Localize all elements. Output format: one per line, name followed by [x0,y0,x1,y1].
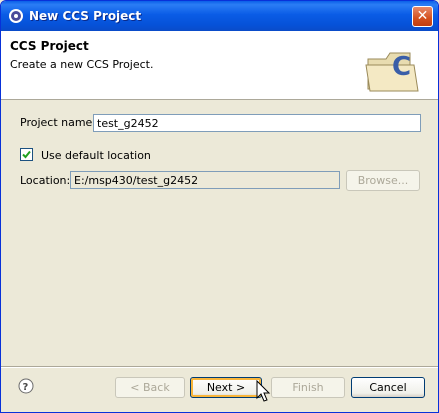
window-title: New CCS Project [29,9,142,23]
location-label: Location: [20,174,71,187]
page-title: CCS Project [10,39,89,53]
page-description: Create a new CCS Project. [10,58,154,71]
title-bar[interactable]: New CCS Project ✕ [1,1,438,31]
location-input [70,171,340,189]
mouse-pointer-icon [256,380,271,402]
close-button[interactable]: ✕ [412,6,433,27]
project-name-label: Project name: [20,116,97,129]
wizard-header: CCS Project Create a new CCS Project. C [1,31,438,100]
use-default-location-checkbox[interactable] [20,148,33,161]
dialog-window: New CCS Project ✕ CCS Project Create a n… [0,0,439,413]
back-button: < Back [115,377,185,398]
button-bar-separator [1,366,438,368]
svg-text:C: C [392,52,411,82]
cancel-button[interactable]: Cancel [351,377,425,398]
finish-button: Finish [271,377,345,398]
use-default-location-label[interactable]: Use default location [41,149,151,162]
folder-with-c-icon: C [365,52,419,92]
app-icon [9,9,23,23]
checkmark-icon [22,150,31,159]
next-button[interactable]: Next > [190,377,262,398]
browse-button: Browse... [346,170,420,191]
svg-text:?: ? [23,382,29,393]
question-mark-icon[interactable]: ? [18,378,34,394]
project-name-input[interactable] [93,114,421,132]
